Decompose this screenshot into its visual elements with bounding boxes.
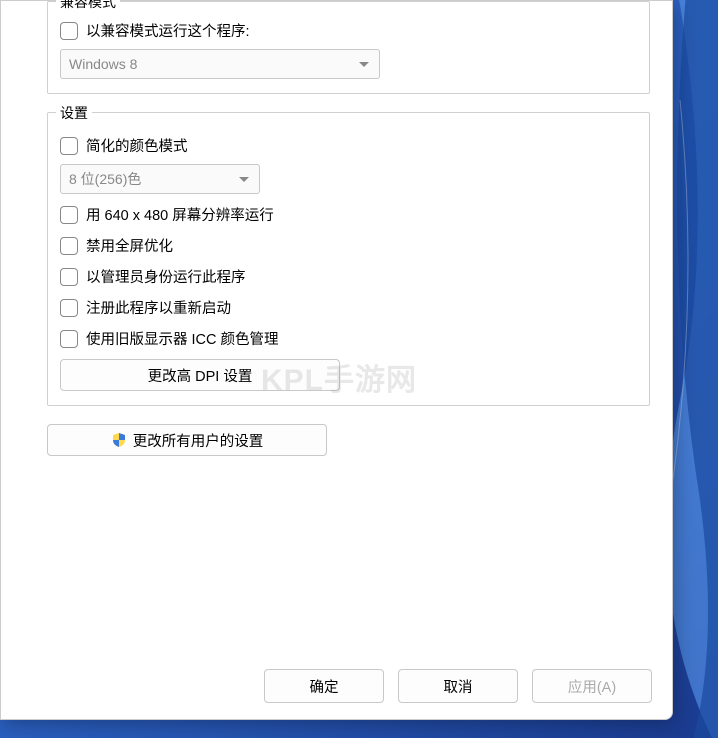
- row-disable-fullscreen-opt: 禁用全屏优化: [60, 235, 637, 256]
- select-compat-os[interactable]: Windows 8: [60, 49, 380, 79]
- label-legacy-icc[interactable]: 使用旧版显示器 ICC 颜色管理: [86, 328, 279, 349]
- label-640x480[interactable]: 用 640 x 480 屏幕分辨率运行: [86, 204, 274, 225]
- fieldset-settings: 设置 简化的颜色模式 8 位(256)色 用 640 x 480 屏幕分辨率运行…: [47, 112, 650, 406]
- dialog-button-row: 确定 取消 应用(A): [264, 669, 652, 703]
- change-all-users-label: 更改所有用户的设置: [133, 430, 264, 451]
- apply-label: 应用(A): [568, 676, 616, 697]
- select-color-depth-value: 8 位(256)色: [69, 169, 141, 189]
- checkbox-run-compat-mode[interactable]: [60, 22, 78, 40]
- apply-button[interactable]: 应用(A): [532, 669, 652, 703]
- select-color-depth[interactable]: 8 位(256)色: [60, 164, 260, 194]
- cancel-button[interactable]: 取消: [398, 669, 518, 703]
- row-run-compat-mode: 以兼容模式运行这个程序:: [60, 20, 637, 41]
- checkbox-640x480[interactable]: [60, 206, 78, 224]
- label-run-as-admin[interactable]: 以管理员身份运行此程序: [86, 266, 246, 287]
- legend-compatibility: 兼容模式: [56, 0, 120, 12]
- legend-settings: 设置: [56, 103, 92, 123]
- chevron-down-icon: [239, 177, 249, 182]
- compatibility-properties-dialog: 兼容模式 以兼容模式运行这个程序: Windows 8 设置 简化的颜色模式 8…: [0, 0, 673, 720]
- checkbox-reduced-color[interactable]: [60, 137, 78, 155]
- label-disable-fullscreen-opt[interactable]: 禁用全屏优化: [86, 235, 173, 256]
- label-reduced-color[interactable]: 简化的颜色模式: [86, 135, 188, 156]
- dialog-content: 兼容模式 以兼容模式运行这个程序: Windows 8 设置 简化的颜色模式 8…: [1, 1, 672, 649]
- change-dpi-button[interactable]: 更改高 DPI 设置: [60, 359, 340, 391]
- row-register-restart: 注册此程序以重新启动: [60, 297, 637, 318]
- row-legacy-icc: 使用旧版显示器 ICC 颜色管理: [60, 328, 637, 349]
- checkbox-disable-fullscreen-opt[interactable]: [60, 237, 78, 255]
- row-run-as-admin: 以管理员身份运行此程序: [60, 266, 637, 287]
- checkbox-register-restart[interactable]: [60, 299, 78, 317]
- row-reduced-color: 简化的颜色模式: [60, 135, 637, 156]
- change-all-users-button[interactable]: 更改所有用户的设置: [47, 424, 327, 456]
- checkbox-legacy-icc[interactable]: [60, 330, 78, 348]
- select-compat-os-value: Windows 8: [69, 56, 137, 72]
- label-run-compat-mode[interactable]: 以兼容模式运行这个程序:: [86, 20, 250, 41]
- change-dpi-label: 更改高 DPI 设置: [148, 365, 253, 386]
- ok-label: 确定: [310, 676, 339, 697]
- label-register-restart[interactable]: 注册此程序以重新启动: [86, 297, 231, 318]
- cancel-label: 取消: [444, 676, 473, 697]
- chevron-down-icon: [359, 62, 369, 67]
- checkbox-run-as-admin[interactable]: [60, 268, 78, 286]
- ok-button[interactable]: 确定: [264, 669, 384, 703]
- row-640x480: 用 640 x 480 屏幕分辨率运行: [60, 204, 637, 225]
- shield-icon: [111, 432, 127, 448]
- fieldset-compatibility-mode: 兼容模式 以兼容模式运行这个程序: Windows 8: [47, 1, 650, 94]
